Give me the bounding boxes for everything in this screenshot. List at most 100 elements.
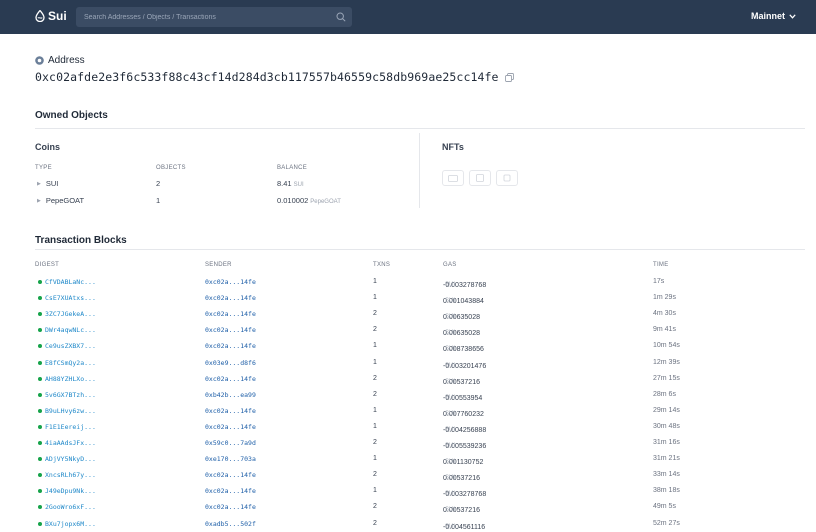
coins-header-balance: BALANCE	[277, 165, 308, 171]
table-row: AH88YZHLXo... 0xc02a...14fe 2 0.00537216 SUI…	[35, 371, 805, 387]
tx-sender-link[interactable]: 0xc02a...14fe	[205, 294, 256, 302]
tx-gas-unit: SUI	[445, 314, 456, 321]
address-value: 0xc02afde2e3f6c533f88c43cf14d284d3cb1175…	[35, 70, 499, 84]
coin-row-type[interactable]: ▶ PepeGOAT	[37, 196, 84, 205]
tx-digest-link[interactable]: 5v6GX7BTzh...	[45, 391, 96, 399]
coin-row-type[interactable]: ▶ SUI	[37, 179, 58, 188]
coin-balance-value: 0.010002	[277, 196, 309, 205]
table-row: CsE7XUAtxs... 0xc02a...14fe 1 0.001043884 SU…	[35, 290, 805, 306]
tx-count: 1	[373, 422, 377, 430]
transaction-blocks-title: Transaction Blocks	[35, 235, 127, 246]
search-icon[interactable]	[336, 12, 346, 22]
tx-digest-link[interactable]: E8fCSmQy2a...	[45, 359, 96, 367]
tx-digest-link[interactable]: 3ZC7JGekeA...	[45, 310, 96, 318]
tx-time: 1m 29s	[653, 294, 676, 302]
tx-sender-link[interactable]: 0xc02a...14fe	[205, 423, 256, 431]
status-success-icon	[38, 424, 42, 429]
table-row: BXu7jopx6M... 0xadb5...502f 2 -0.004561116 S…	[35, 516, 805, 532]
image-icon	[448, 174, 458, 182]
status-success-icon	[38, 408, 42, 413]
network-selector[interactable]: Mainnet	[751, 11, 796, 21]
grid-icon	[476, 174, 484, 182]
tx-header-gas: GAS	[443, 262, 457, 268]
tx-gas-unit: SUI	[445, 362, 456, 369]
tx-count: 1	[373, 294, 377, 302]
sui-logo[interactable]: Sui	[35, 9, 67, 23]
tx-sender-link[interactable]: 0xadb5...502f	[205, 520, 256, 528]
tx-digest-link[interactable]: XncsRLh67y...	[45, 471, 96, 479]
tx-time: 27m 15s	[653, 374, 680, 382]
tx-digest-link[interactable]: 2GooWro6xF...	[45, 503, 96, 511]
tx-sender-link[interactable]: 0x59c0...7a9d	[205, 439, 256, 447]
coin-balance-unit: PepeGOAT	[310, 199, 341, 205]
tx-sender-link[interactable]: 0xc02a...14fe	[205, 310, 256, 318]
tx-sender-link[interactable]: 0xc02a...14fe	[205, 326, 256, 334]
copy-icon[interactable]	[504, 72, 514, 82]
tx-time: 29m 14s	[653, 406, 680, 414]
tx-sender-link[interactable]: 0xc02a...14fe	[205, 471, 256, 479]
table-row: E8fCSmQy2a... 0x03e9...d8f6 1 -0.003201476 S…	[35, 355, 805, 371]
tx-time: 52m 27s	[653, 519, 680, 527]
tx-sender-link[interactable]: 0xc02a...14fe	[205, 503, 256, 511]
tx-digest-link[interactable]: B9uLHvy6zw...	[45, 407, 96, 415]
tx-count: 2	[373, 519, 377, 527]
tx-digest-link[interactable]: CfVDABLaNc...	[45, 278, 96, 286]
coin-balance-value: 8.41	[277, 179, 292, 188]
tx-count: 2	[373, 471, 377, 479]
tx-gas-unit: SUI	[445, 394, 456, 401]
tx-sender-link[interactable]: 0x03e9...d8f6	[205, 359, 256, 367]
tx-sender-link[interactable]: 0xc02a...14fe	[205, 342, 256, 350]
tx-digest-link[interactable]: J49eDpu9Nk...	[45, 487, 96, 495]
address-label: Address	[48, 55, 85, 66]
coin-balance: 8.41 SUI	[277, 179, 304, 188]
tx-count: 2	[373, 439, 377, 446]
column-divider	[419, 133, 420, 208]
thumbnail-icon	[503, 174, 511, 182]
tx-sender-link[interactable]: 0xc02a...14fe	[205, 375, 256, 383]
status-success-icon	[38, 344, 42, 349]
status-success-icon	[38, 473, 42, 478]
tx-digest-link[interactable]: CsE7XUAtxs...	[45, 294, 96, 302]
address-badge-icon	[35, 56, 44, 65]
address-row: 0xc02afde2e3f6c533f88c43cf14d284d3cb1175…	[35, 70, 514, 84]
coin-balance-unit: SUI	[293, 182, 304, 188]
table-row: DWr4aqwNLc... 0xc02a...14fe 2 0.00635028 SUI…	[35, 322, 805, 338]
tx-digest-link[interactable]: 4iaAAdsJFx...	[45, 439, 96, 447]
tx-gas-unit: SUI	[445, 459, 456, 466]
tx-count: 1	[373, 455, 377, 463]
tx-count: 1	[373, 278, 377, 285]
tx-time: 4m 30s	[653, 310, 676, 318]
status-success-icon	[38, 489, 42, 494]
tx-gas-unit: SUI	[445, 378, 456, 385]
search-input[interactable]	[84, 7, 330, 27]
tx-sender-link[interactable]: 0xb42b...ea99	[205, 391, 256, 399]
tx-gas-unit: SUI	[445, 330, 456, 337]
tx-count: 2	[373, 326, 377, 334]
status-success-icon	[38, 376, 42, 381]
tx-time: 31m 16s	[653, 439, 680, 446]
tx-sender-link[interactable]: 0xe170...703a	[205, 455, 256, 463]
tx-digest-link[interactable]: ADjVY5NkyD...	[45, 455, 96, 463]
tx-digest-link[interactable]: AH88YZHLXo...	[45, 375, 96, 383]
view-grid-button[interactable]	[442, 170, 464, 186]
tx-digest-link[interactable]: Ce9usZXBX7...	[45, 342, 96, 350]
tx-count: 2	[373, 310, 377, 318]
tx-sender-link[interactable]: 0xc02a...14fe	[205, 278, 256, 286]
sui-drop-icon	[35, 10, 45, 22]
tx-digest-link[interactable]: DWr4aqwNLc...	[45, 326, 96, 334]
coin-objects: 2	[156, 179, 161, 188]
network-label: Mainnet	[750, 11, 785, 21]
status-success-icon	[38, 360, 42, 365]
tx-count: 1	[373, 358, 377, 366]
table-row: XncsRLh67y... 0xc02a...14fe 2 0.00537216 SUI…	[35, 467, 805, 483]
view-small-button[interactable]	[496, 170, 518, 186]
tx-time: 30m 48s	[653, 422, 680, 430]
top-nav-bar: Sui Mainnet	[0, 0, 816, 34]
tx-sender-link[interactable]: 0xc02a...14fe	[205, 487, 256, 495]
tx-sender-link[interactable]: 0xc02a...14fe	[205, 407, 256, 415]
tx-gas-unit: SUI	[445, 443, 456, 449]
tx-digest-link[interactable]: BXu7jopx6M...	[45, 520, 96, 528]
tx-digest-link[interactable]: F1E1Eereij...	[45, 423, 96, 431]
search-bar[interactable]	[76, 7, 352, 27]
view-list-button[interactable]	[469, 170, 491, 186]
